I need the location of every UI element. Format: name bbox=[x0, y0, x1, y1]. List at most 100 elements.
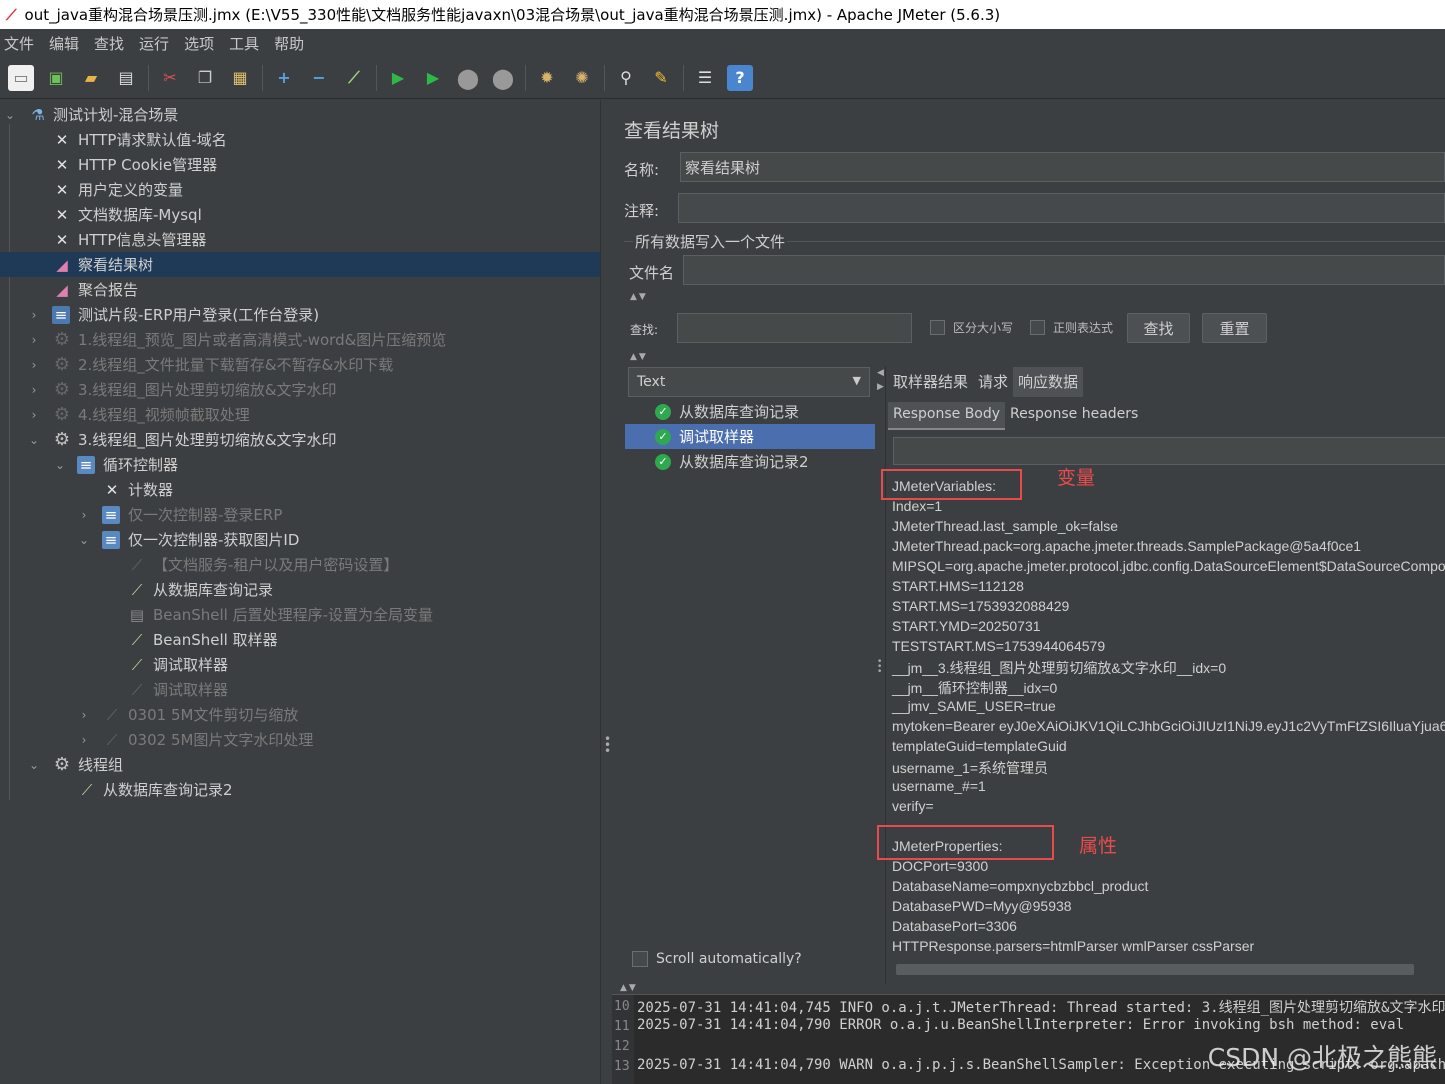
menu-file[interactable]: 文件 bbox=[4, 33, 34, 54]
response-search-field[interactable] bbox=[893, 437, 1445, 465]
tree-node-label: 3.线程组_图片处理剪切缩放&文字水印 bbox=[78, 431, 337, 449]
tree-node[interactable]: ⟋ 调试取样器 bbox=[0, 677, 600, 702]
start-icon[interactable]: ▶ bbox=[385, 65, 411, 91]
menu-search[interactable]: 查找 bbox=[94, 33, 124, 54]
tree-node[interactable]: › ⚙ 2.线程组_文件批量下载暂存&不暂存&水印下载 bbox=[0, 352, 600, 377]
copy-icon[interactable]: ❐ bbox=[192, 65, 218, 91]
tree-node[interactable]: ⟋ BeanShell 取样器 bbox=[0, 627, 600, 652]
config-element-icon: ✕ bbox=[55, 155, 69, 174]
tree-node[interactable]: ⟋ 从数据库查询记录2 bbox=[0, 777, 600, 802]
chevron-down-icon[interactable]: ⌄ bbox=[54, 458, 66, 472]
tree-node[interactable]: › ⟋ 0301 5M文件剪切与缩放 bbox=[0, 702, 600, 727]
cut-icon[interactable]: ✂ bbox=[157, 65, 183, 91]
tree-node-label: 测试片段-ERP用户登录(工作台登录) bbox=[78, 306, 320, 324]
menu-tools[interactable]: 工具 bbox=[229, 33, 259, 54]
chevron-right-icon[interactable]: › bbox=[28, 358, 40, 372]
stop-icon[interactable]: ⬤ bbox=[455, 65, 481, 91]
chevron-right-icon[interactable]: › bbox=[28, 308, 40, 322]
tree-node[interactable]: › ⚙ 4.线程组_视频帧截取处理 bbox=[0, 402, 600, 427]
result-item[interactable]: ✓ 从数据库查询记录2 bbox=[625, 449, 875, 474]
tree-node[interactable]: › ⚙ 3.线程组_图片处理剪切缩放&文字水印 bbox=[0, 377, 600, 402]
tree-node[interactable]: ⟋ 从数据库查询记录 bbox=[0, 577, 600, 602]
chevron-down-icon[interactable]: ⌄ bbox=[4, 108, 16, 122]
function-helper-icon[interactable]: ☰ bbox=[692, 65, 718, 91]
chevron-down-icon[interactable]: ⌄ bbox=[28, 433, 40, 447]
renderer-select[interactable]: Text ▼ bbox=[628, 367, 870, 397]
log-collapse-arrows-icon[interactable]: ▲▼ bbox=[620, 983, 638, 993]
search-input[interactable] bbox=[677, 313, 912, 343]
tree-node[interactable]: › ≡ 仅一次控制器-登录ERP bbox=[0, 502, 600, 527]
collapse-icon[interactable]: − bbox=[306, 65, 332, 91]
help-icon[interactable]: ? bbox=[727, 64, 753, 91]
tree-node[interactable]: ◢ 察看结果树 bbox=[0, 252, 600, 277]
result-item[interactable]: ✓ 调试取样器 bbox=[625, 424, 875, 449]
chevron-right-icon[interactable]: › bbox=[28, 333, 40, 347]
clear-icon[interactable]: ✹ bbox=[534, 65, 560, 91]
templates-icon[interactable]: ▣ bbox=[43, 65, 69, 91]
tab-sampler-result[interactable]: 取样器结果 bbox=[888, 367, 973, 397]
menu-help[interactable]: 帮助 bbox=[274, 33, 304, 54]
tree-node[interactable]: ⌄ ≡ 循环控制器 bbox=[0, 452, 600, 477]
result-item[interactable]: ✓ 从数据库查询记录 bbox=[625, 399, 875, 424]
tree-node[interactable]: ✕ HTTP信息头管理器 bbox=[0, 227, 600, 252]
collapse-arrows-icon[interactable]: ▲▼ bbox=[630, 292, 648, 302]
response-body-text[interactable]: JMeterVariables: Index=1 JMeterThread.last… bbox=[886, 470, 1445, 967]
chevron-right-icon[interactable]: › bbox=[28, 383, 40, 397]
tab-response-body[interactable]: Response Body bbox=[888, 402, 1006, 430]
open-icon[interactable]: ▰ bbox=[78, 65, 104, 91]
chevron-right-icon[interactable]: › bbox=[78, 733, 90, 747]
scroll-automatically-checkbox[interactable]: Scroll automatically? bbox=[632, 951, 802, 967]
horizontal-scrollbar[interactable] bbox=[896, 964, 1414, 975]
tree-node[interactable]: ⌄ ⚙ 线程组 bbox=[0, 752, 600, 777]
name-input[interactable]: 察看结果树 bbox=[680, 152, 1445, 182]
tree-node[interactable]: ⟋ 【文档服务-租户以及用户密码设置】 bbox=[0, 552, 600, 577]
tree-node[interactable]: › ≡ 测试片段-ERP用户登录(工作台登录) bbox=[0, 302, 600, 327]
chevron-right-icon[interactable]: › bbox=[78, 508, 90, 522]
tree-node[interactable]: ⌄ ⚗ 测试计划-混合场景 bbox=[0, 102, 600, 127]
tree-node[interactable]: ✕ HTTP Cookie管理器 bbox=[0, 152, 600, 177]
tree-node[interactable]: › ⟋ 0302 5M图片文字水印处理 bbox=[0, 727, 600, 752]
tree-node[interactable]: ⌄ ≡ 仅一次控制器-获取图片ID bbox=[0, 527, 600, 552]
tree-node[interactable]: ✕ 文档数据库-Mysql bbox=[0, 202, 600, 227]
reset-button[interactable]: 重置 bbox=[1202, 313, 1267, 343]
new-icon[interactable]: ▭ bbox=[8, 64, 34, 91]
menu-options[interactable]: 选项 bbox=[184, 33, 214, 54]
chevron-down-icon[interactable]: ⌄ bbox=[78, 533, 90, 547]
filename-input[interactable] bbox=[683, 255, 1445, 285]
jmeter-logo-icon: ⟋ bbox=[6, 5, 17, 24]
tab-response-data[interactable]: 响应数据 bbox=[1013, 367, 1084, 397]
case-sensitive-checkbox[interactable]: 区分大小写 bbox=[930, 319, 1013, 336]
reset-search-icon[interactable]: ✎ bbox=[648, 65, 674, 91]
tree-node[interactable]: › ⚙ 1.线程组_预览_图片或者高清模式-word&图片压缩预览 bbox=[0, 327, 600, 352]
chevron-right-icon[interactable]: › bbox=[78, 708, 90, 722]
tree-node[interactable]: ⟋ 调试取样器 bbox=[0, 652, 600, 677]
tree-node[interactable]: ⌄ ⚙ 3.线程组_图片处理剪切缩放&文字水印 bbox=[0, 427, 600, 452]
tree-node[interactable]: ◢ 聚合报告 bbox=[0, 277, 600, 302]
find-button[interactable]: 查找 bbox=[1127, 313, 1190, 343]
test-fragment-icon: ≡ bbox=[52, 305, 70, 324]
tree-node[interactable]: ✕ 计数器 bbox=[0, 477, 600, 502]
toggle-icon[interactable]: ⟋ bbox=[341, 65, 367, 91]
start-no-pause-icon[interactable]: ▶ bbox=[420, 65, 446, 91]
chevron-right-icon[interactable]: › bbox=[28, 408, 40, 422]
shutdown-icon[interactable]: ⬤ bbox=[490, 65, 516, 91]
comment-input[interactable] bbox=[678, 193, 1445, 223]
log-viewer[interactable]: 10 2025-07-31 14:41:04,745 INFO o.a.j.t.J… bbox=[612, 994, 1445, 1084]
regex-checkbox[interactable]: 正则表达式 bbox=[1030, 319, 1113, 336]
vertical-splitter[interactable]: • • • bbox=[600, 100, 612, 1084]
tree-node[interactable]: ▤ BeanShell 后置处理程序-设置为全局变量 bbox=[0, 602, 600, 627]
tab-request[interactable]: 请求 bbox=[973, 367, 1013, 397]
tab-response-headers[interactable]: Response headers bbox=[1005, 402, 1143, 430]
search-icon[interactable]: ⚲ bbox=[613, 65, 639, 91]
paste-icon[interactable]: ▦ bbox=[227, 65, 253, 91]
clear-all-icon[interactable]: ✺ bbox=[569, 65, 595, 91]
results-splitter[interactable]: ◀ ▶ • • • bbox=[876, 366, 886, 984]
expand-icon[interactable]: + bbox=[271, 65, 297, 91]
menu-edit[interactable]: 编辑 bbox=[49, 33, 79, 54]
menu-run[interactable]: 运行 bbox=[139, 33, 169, 54]
chevron-down-icon[interactable]: ⌄ bbox=[28, 758, 40, 772]
collapse-arrows-icon[interactable]: ▲▼ bbox=[630, 352, 648, 362]
tree-node[interactable]: ✕ 用户定义的变量 bbox=[0, 177, 600, 202]
tree-node[interactable]: ✕ HTTP请求默认值-域名 bbox=[0, 127, 600, 152]
save-icon[interactable]: ▤ bbox=[113, 65, 139, 91]
